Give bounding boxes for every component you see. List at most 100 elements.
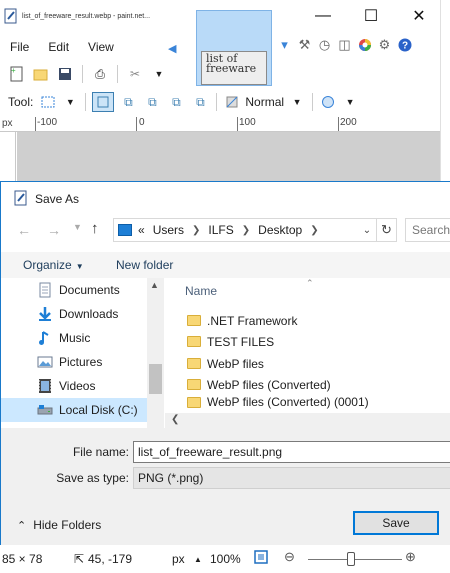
rectangle-select-icon[interactable] — [39, 93, 57, 111]
utilities-dropdown-icon[interactable]: ▾ — [276, 36, 293, 53]
list-item[interactable]: WebP files (Converted) (0001) — [187, 395, 369, 409]
units-dropdown-icon[interactable]: ▲ — [194, 555, 202, 564]
cut-icon[interactable]: ✂ — [126, 65, 144, 83]
drive-icon — [37, 405, 53, 415]
new-icon[interactable]: + — [8, 65, 26, 83]
canvas-workspace[interactable] — [17, 132, 440, 184]
save-button[interactable]: Save — [353, 511, 439, 535]
list-item[interactable]: WebP files (Converted) — [187, 374, 331, 395]
address-segment-desktop[interactable]: Desktop — [258, 223, 302, 237]
help-icon[interactable]: ? — [396, 36, 413, 53]
tools-icon[interactable]: ⚒ — [296, 36, 313, 53]
file-name: WebP files (Converted) — [207, 377, 331, 392]
units-select[interactable]: px — [172, 552, 185, 566]
file-list-scrollbar[interactable]: ❮ — [165, 413, 450, 428]
layers-icon[interactable]: ◫ — [336, 36, 353, 53]
ruler-tick-label: 0 — [139, 117, 145, 128]
antialiasing-icon[interactable] — [319, 93, 337, 111]
selection-mode-exclude-icon[interactable]: ⧉ — [142, 92, 162, 112]
tool-dropdown-icon[interactable]: ▼ — [61, 93, 79, 111]
file-name-input[interactable]: list_of_freeware_result.png — [133, 441, 450, 463]
folder-icon — [187, 396, 201, 408]
menu-file[interactable]: File — [0, 36, 38, 58]
toolbar-separator — [312, 93, 314, 111]
column-header-name[interactable]: Name — [185, 284, 217, 298]
chevron-right-icon[interactable]: ❯ — [192, 225, 200, 236]
chevron-right-icon[interactable]: ❯ — [242, 225, 250, 236]
navigation-pane: Documents Downloads Music Pictures Video… — [1, 278, 165, 428]
file-name: .NET Framework — [207, 313, 298, 328]
selection-mode-union-icon[interactable]: ⧉ — [118, 92, 138, 112]
scroll-left-icon[interactable]: ❮ — [171, 414, 179, 425]
menu-view[interactable]: View — [78, 36, 123, 58]
save-as-dialog: Save As ← → ▼ ↑ « Users ❯ ILFS ❯ Desktop… — [0, 181, 450, 546]
close-button[interactable]: ✕ — [396, 0, 442, 32]
blend-mode-dropdown-icon[interactable]: ▼ — [288, 93, 306, 111]
nav-scrollbar[interactable]: ▲ — [147, 278, 164, 428]
hide-folders-button[interactable]: ⌃ Hide Folders — [17, 518, 101, 532]
nav-item-documents[interactable]: Documents — [1, 278, 147, 302]
more-dropdown-icon[interactable]: ▼ — [150, 65, 168, 83]
command-bar: Organize ▼ New folder — [1, 252, 450, 278]
zoom-level[interactable]: 100% — [210, 552, 241, 566]
toolbar-separator — [82, 65, 83, 83]
antialiasing-dropdown-icon[interactable]: ▼ — [341, 93, 359, 111]
nav-item-local-disk[interactable]: Local Disk (C:) — [1, 398, 147, 422]
list-item[interactable]: WebP files — [187, 353, 264, 374]
file-name: TEST FILES — [207, 334, 275, 349]
image-thumbnail[interactable]: list of freeware — [196, 10, 272, 86]
nav-item-videos[interactable]: Videos — [1, 374, 147, 398]
address-bar[interactable]: « Users ❯ ILFS ❯ Desktop ❯ ⌄ ↻ — [113, 218, 397, 242]
address-overflow[interactable]: « — [138, 223, 145, 237]
nav-item-downloads[interactable]: Downloads — [1, 302, 147, 326]
nav-item-music[interactable]: Music — [1, 326, 147, 350]
chevron-up-icon: ⌃ — [17, 519, 27, 532]
maximize-button[interactable]: ☐ — [348, 0, 394, 32]
new-folder-button[interactable]: New folder — [116, 258, 173, 272]
refresh-icon[interactable]: ↻ — [376, 218, 396, 242]
recent-dropdown-icon[interactable]: ▼ — [73, 222, 82, 232]
organize-button[interactable]: Organize ▼ — [23, 258, 84, 272]
save-icon[interactable] — [56, 65, 74, 83]
address-dropdown-icon[interactable]: ⌄ — [358, 225, 376, 236]
nav-scrollbar-thumb[interactable] — [149, 364, 162, 394]
image-size: 85 × 78 — [2, 552, 43, 566]
scroll-up-icon[interactable]: ▲ — [150, 280, 159, 290]
minimize-button[interactable]: — — [300, 0, 346, 32]
scroll-left-icon[interactable]: ◀ — [168, 42, 176, 55]
chevron-right-icon[interactable]: ❯ — [310, 225, 318, 236]
organize-label: Organize — [23, 258, 72, 272]
list-item[interactable]: .NET Framework — [187, 310, 297, 331]
back-arrow-icon[interactable]: ← — [17, 222, 31, 238]
up-arrow-icon[interactable]: ↑ — [91, 220, 99, 237]
selection-mode-invert-icon[interactable]: ⧉ — [190, 92, 210, 112]
save-type-select[interactable]: PNG (*.png) — [133, 467, 450, 489]
list-item[interactable]: TEST FILES — [187, 331, 274, 352]
blend-mode-icon — [223, 93, 241, 111]
search-input[interactable]: Search — [405, 218, 450, 242]
selection-mode-replace[interactable] — [92, 92, 115, 112]
menu-edit[interactable]: Edit — [38, 36, 78, 58]
address-segment-ilfs[interactable]: ILFS — [208, 223, 233, 237]
nav-item-label: Pictures — [59, 355, 103, 369]
settings-icon[interactable]: ⚙ — [376, 36, 393, 53]
print-icon[interactable]: ⎙ — [91, 65, 109, 83]
save-dialog-icon — [14, 190, 27, 206]
file-name: WebP files (Converted) (0001) — [207, 395, 369, 409]
zoom-slider[interactable] — [308, 559, 402, 560]
window-toolbar: ▾ ⚒ ◷ ◫ ⚙ ? — [276, 36, 413, 53]
zoom-slider-thumb[interactable] — [347, 552, 355, 566]
zoom-to-window-icon[interactable] — [254, 550, 268, 567]
selection-mode-intersect-icon[interactable]: ⧉ — [166, 92, 186, 112]
nav-item-pictures[interactable]: Pictures — [1, 350, 147, 374]
svg-text:?: ? — [401, 40, 407, 51]
toolbar-separator — [216, 93, 218, 111]
open-icon[interactable] — [32, 65, 50, 83]
address-segment-users[interactable]: Users — [153, 223, 184, 237]
blend-mode-select[interactable]: Normal — [245, 95, 284, 109]
colors-icon[interactable] — [356, 36, 373, 53]
zoom-out-icon[interactable]: ⊖ — [284, 549, 295, 565]
history-icon[interactable]: ◷ — [316, 36, 333, 53]
zoom-in-icon[interactable]: ⊕ — [405, 549, 416, 565]
forward-arrow-icon[interactable]: → — [47, 222, 61, 238]
